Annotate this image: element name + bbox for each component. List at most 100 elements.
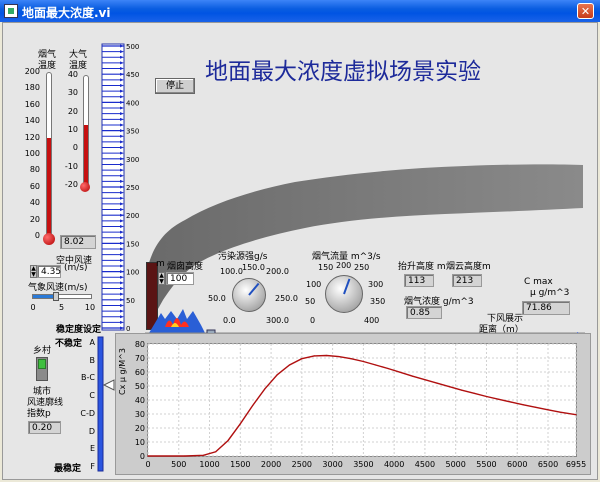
close-button[interactable]: ✕ xyxy=(577,3,594,19)
stability-class-label: F xyxy=(90,462,95,471)
chart-data-point xyxy=(448,386,451,388)
stability-top-label: 不稳定 xyxy=(55,339,83,349)
stability-class-label: B-C xyxy=(81,373,95,383)
chart-data-point xyxy=(498,398,500,400)
chart-series-line xyxy=(148,354,577,457)
air-temp-bulb-icon xyxy=(80,182,90,192)
smoke-temp-display: 8.02 xyxy=(60,235,96,249)
chart-data-point xyxy=(239,423,241,425)
chart-data-point xyxy=(399,371,401,373)
chart-x-tick: 1000 xyxy=(199,460,219,469)
chart-data-point xyxy=(461,389,463,391)
chart-data-point xyxy=(350,358,352,360)
smoke-flow-tick: 350 xyxy=(370,297,386,306)
cmax-display: 71.86 xyxy=(522,301,570,315)
chart-data-point xyxy=(559,411,561,413)
chart-data-point xyxy=(375,364,377,366)
stability-class-label: C-D xyxy=(80,408,95,418)
chart-x-tick: 3000 xyxy=(322,460,342,469)
chart-data-point xyxy=(485,395,488,398)
pollution-source-tick: 50.0 xyxy=(208,294,226,303)
stability-class-label: C xyxy=(89,391,95,401)
smoke-flow-tick: 150 xyxy=(318,263,334,272)
chart-x-tick: 1500 xyxy=(230,460,250,469)
air-temp-tick: 30 xyxy=(67,88,78,98)
stack-height-label: 烟囱高度 xyxy=(167,262,204,272)
smoke-temp-tick: 200 xyxy=(24,67,40,76)
chart-data-point xyxy=(202,454,204,456)
chart-x-tick: 0 xyxy=(145,460,150,469)
wind-high-input[interactable]: 4.35 xyxy=(37,265,61,278)
smoke-flow-tick: 200 xyxy=(336,261,352,270)
chart-y-tick: 40 xyxy=(135,396,145,405)
wind-ground-tick: 0 xyxy=(30,303,36,312)
rise-height-display: 113 xyxy=(404,274,434,287)
chart-data-point xyxy=(412,375,414,377)
chart-data-point xyxy=(424,379,426,381)
chart-x-tick: 6955 xyxy=(566,460,586,469)
stack-height-scale: 500450400350300250200150100500 xyxy=(101,43,139,332)
smoke-flow-tick: 100 xyxy=(306,280,322,289)
chart-x-tick: 2000 xyxy=(261,460,281,469)
terrain-toggle-switch[interactable] xyxy=(36,357,48,381)
stability-slider-thumb[interactable] xyxy=(102,379,115,391)
chart-x-tick: 5500 xyxy=(476,460,496,469)
smoke-flow-tick: 250 xyxy=(354,263,370,272)
chart-y-tick: 30 xyxy=(135,410,145,419)
pollution-source-tick: 200.0 xyxy=(266,267,289,276)
chart-data-point xyxy=(215,451,217,453)
air-temp-tick: -20 xyxy=(64,180,78,189)
chart-y-tick: 60 xyxy=(135,368,145,377)
cmax-label-1: C max xyxy=(524,277,553,287)
pollution-source-label: 污染源强g/s xyxy=(218,252,268,262)
rise-height-label: 抬升高度 m xyxy=(398,262,446,272)
air-temp-tick: -10 xyxy=(64,161,78,171)
stack-scale-tick: 0 xyxy=(126,325,130,332)
chart-data-point xyxy=(362,360,364,363)
concentration-chart: 0 10 20 30 40 50 60 70 80 0 500 1000 1500 2000 2500 300… xyxy=(135,340,586,469)
smoke-flow-tick: 0 xyxy=(310,316,316,325)
stack-scale-tick: 50 xyxy=(126,297,135,305)
chart-y-axis-label: Cx μ g/M^3 xyxy=(118,348,127,395)
page-title: 地面最大浓度虚拟场景实验 xyxy=(205,59,481,85)
terrain-top-label: 乡村 xyxy=(33,346,52,356)
stack-height-input[interactable]: 100 xyxy=(166,272,194,285)
smoke-temp-tick: 160 xyxy=(24,99,40,109)
smoke-flow-tick: 50 xyxy=(305,297,316,306)
wind-high-spinner[interactable]: ▲ ▼ xyxy=(30,265,37,278)
smoke-temp-tick: 60 xyxy=(29,181,40,191)
stability-class-label: B xyxy=(89,355,96,365)
stack-height-spinner[interactable]: ▲ ▼ xyxy=(158,272,165,285)
chart-data-point xyxy=(184,455,186,457)
chart-data-point xyxy=(510,401,512,403)
chart-y-tick: 0 xyxy=(140,452,145,461)
wind-high-label-2: (m/s) xyxy=(64,263,88,273)
labview-vi-icon xyxy=(4,4,18,18)
chart-data-point xyxy=(575,414,577,416)
chart-x-tick: 3500 xyxy=(353,460,373,469)
air-temp-tick: 40 xyxy=(67,70,78,79)
cloud-height-display: 213 xyxy=(452,274,482,287)
chart-x-tick: 4500 xyxy=(415,460,435,469)
smoke-temp-tick: 180 xyxy=(24,83,40,93)
chart-y-tick: 80 xyxy=(135,340,145,349)
smoke-temp-fill xyxy=(47,137,51,236)
smoke-temp-tick: 140 xyxy=(24,116,40,126)
pollution-source-tick: 0.0 xyxy=(223,316,236,325)
wind-profile-display: 0.20 xyxy=(28,421,61,434)
wind-ground-slider-thumb[interactable] xyxy=(52,292,59,301)
chart-data-point xyxy=(535,406,537,408)
wind-ground-tick: 10 xyxy=(84,303,96,312)
stop-button[interactable]: 停止 xyxy=(155,78,195,94)
chart-y-tick: 70 xyxy=(135,354,145,363)
pollution-source-tick: 300.0 xyxy=(266,316,289,325)
chart-data-point xyxy=(387,367,389,370)
stack-scale-tick: 350 xyxy=(126,128,139,136)
chart-x-tick: 2500 xyxy=(292,460,312,469)
chart-y-tick: 20 xyxy=(135,424,145,433)
stability-title: 稳定度设定 xyxy=(56,325,102,335)
chart-data-point xyxy=(547,409,549,411)
air-temp-tick: 10 xyxy=(67,125,78,134)
wind-ground-tick: 5 xyxy=(58,303,65,312)
smoke-temp-label-2: 温度 xyxy=(38,61,57,71)
